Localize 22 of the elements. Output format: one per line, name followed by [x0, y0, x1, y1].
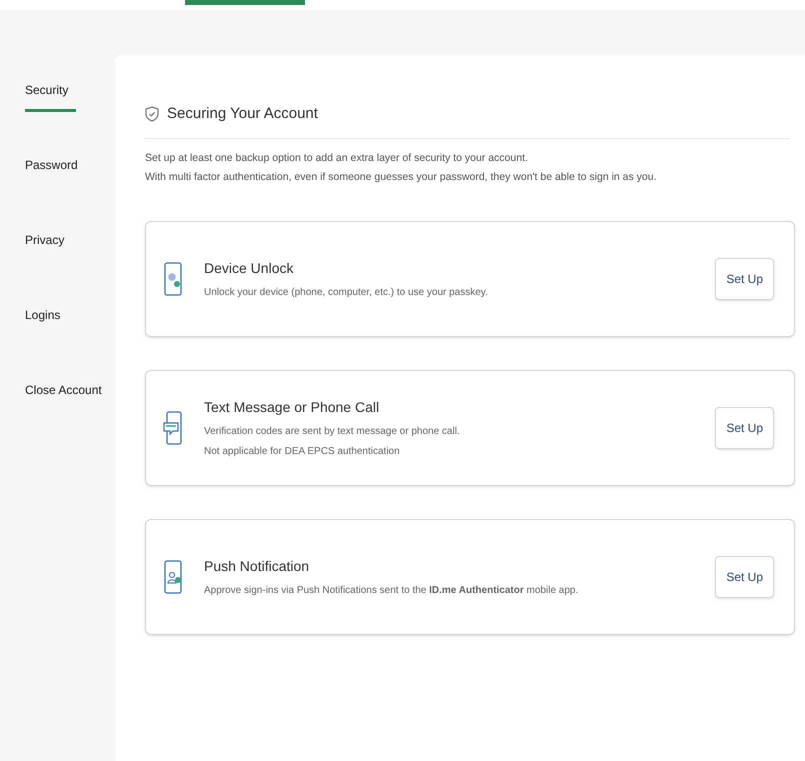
option-description: Approve sign-ins via Push Notifications sent to the ID.me Authenticator mobile app.: [204, 584, 580, 598]
option-description: Unlock your device (phone, computer, etc.) to use your passkey.: [204, 286, 489, 300]
set-up-button[interactable]: Set Up: [715, 407, 774, 449]
option-title: Text Message or Phone Call: [204, 398, 380, 417]
sidebar-item[interactable]: Logins: [25, 306, 60, 337]
sidebar-item[interactable]: Privacy: [25, 231, 64, 262]
option-description: Verification codes are sent by text message or phone call.: [204, 425, 461, 439]
section-title: Securing Your Account: [167, 104, 318, 124]
sidebar-item[interactable]: Password: [25, 156, 78, 187]
phone-fingerprint-icon: [163, 262, 183, 296]
set-up-button[interactable]: Set Up: [715, 556, 774, 598]
sidebar-item[interactable]: Security: [25, 81, 76, 112]
sidebar-item[interactable]: Close Account: [25, 381, 102, 412]
set-up-button[interactable]: Set Up: [715, 258, 774, 300]
intro-text: Set up at least one backup option to add an extra layer of security to your account.: [145, 150, 529, 166]
phone-person-icon: [163, 560, 183, 594]
phone-chat-icon: [163, 411, 183, 445]
shield-check-icon: [145, 106, 159, 122]
intro-text: With multi factor authentication, even if someone guesses your password, they won't be able to sign in as you.: [145, 170, 658, 186]
option-description: Not applicable for DEA EPCS authentication: [204, 445, 401, 459]
option-title: Push Notification: [204, 557, 310, 576]
option-title: Device Unlock: [204, 259, 294, 278]
